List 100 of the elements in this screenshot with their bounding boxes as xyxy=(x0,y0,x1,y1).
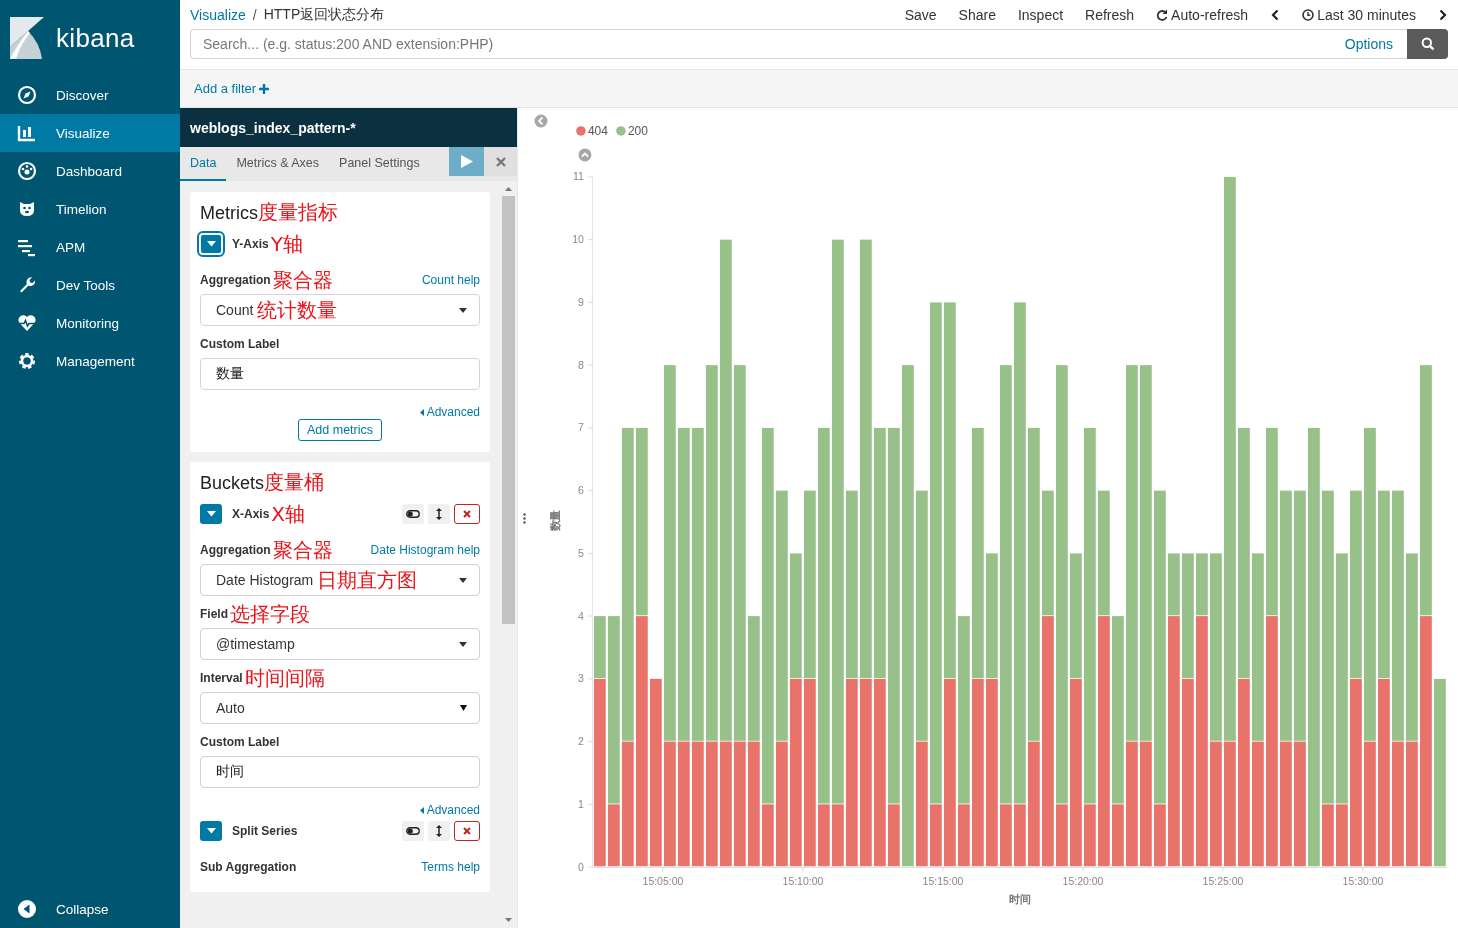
bar[interactable] xyxy=(1406,741,1418,867)
nav-item[interactable]: Dashboard xyxy=(0,152,180,190)
bar[interactable] xyxy=(943,678,956,867)
bar[interactable] xyxy=(845,490,858,679)
bar[interactable] xyxy=(663,741,676,867)
bar[interactable] xyxy=(887,804,900,867)
bar[interactable] xyxy=(1252,741,1264,867)
bar[interactable] xyxy=(1140,741,1152,867)
bar[interactable] xyxy=(1196,616,1208,867)
bar[interactable] xyxy=(649,678,662,867)
bar[interactable] xyxy=(1027,741,1040,867)
toggle-switch-button[interactable] xyxy=(402,504,424,524)
bar[interactable] xyxy=(1154,490,1166,804)
bar[interactable] xyxy=(817,804,830,867)
select-field[interactable]: Auto xyxy=(200,692,480,724)
bar[interactable] xyxy=(1266,616,1278,867)
drag-handle-icon[interactable] xyxy=(523,512,526,524)
bar[interactable] xyxy=(1098,616,1110,867)
toggle-button[interactable] xyxy=(200,821,222,841)
menu-link[interactable]: Refresh xyxy=(1085,6,1135,23)
bar[interactable] xyxy=(677,427,690,741)
bar[interactable] xyxy=(705,741,718,867)
text-field[interactable]: 时间 xyxy=(200,756,480,788)
time-range-button[interactable]: Last 30 minutes xyxy=(1302,6,1416,23)
bar[interactable] xyxy=(845,678,858,867)
auto-refresh-button[interactable]: Auto-refresh xyxy=(1156,6,1249,23)
toggle-switch-button[interactable] xyxy=(402,821,424,841)
chevron-left-icon[interactable] xyxy=(1270,8,1281,21)
bar[interactable] xyxy=(761,427,774,804)
bar[interactable] xyxy=(831,804,844,867)
bar[interactable] xyxy=(1168,553,1180,616)
bar[interactable] xyxy=(1041,490,1054,616)
toggle-button[interactable] xyxy=(200,234,222,254)
bar[interactable] xyxy=(593,678,606,867)
bar[interactable] xyxy=(747,616,760,741)
nav-item[interactable]: Visualize xyxy=(0,114,180,152)
bar[interactable] xyxy=(1238,427,1250,679)
legend-item[interactable]: 404 xyxy=(576,124,608,139)
bar[interactable] xyxy=(1070,678,1082,867)
bar[interactable] xyxy=(1013,804,1026,867)
apply-button[interactable] xyxy=(449,147,484,176)
advanced-link[interactable]: Advanced xyxy=(419,405,480,419)
bar[interactable] xyxy=(705,365,718,741)
bar[interactable] xyxy=(1350,678,1362,867)
bar[interactable] xyxy=(873,427,886,679)
bar[interactable] xyxy=(859,678,872,867)
nav-item[interactable]: Dev Tools xyxy=(0,266,180,304)
bar[interactable] xyxy=(915,741,928,867)
bar[interactable] xyxy=(789,553,802,679)
bar[interactable] xyxy=(1013,302,1026,804)
bar[interactable] xyxy=(1182,553,1194,679)
select-field[interactable]: @timestamp xyxy=(200,628,480,660)
bar[interactable] xyxy=(1308,427,1320,867)
chevron-right-icon[interactable] xyxy=(1438,8,1448,21)
bar[interactable] xyxy=(957,804,970,867)
add-metrics-button[interactable]: Add metrics xyxy=(298,419,382,441)
bar[interactable] xyxy=(1084,427,1096,804)
remove-button[interactable] xyxy=(454,821,480,841)
bar[interactable] xyxy=(873,678,886,867)
bar[interactable] xyxy=(719,239,732,741)
bar[interactable] xyxy=(1210,741,1222,867)
search-button[interactable] xyxy=(1407,29,1448,59)
bar[interactable] xyxy=(789,678,802,867)
bar[interactable] xyxy=(971,678,984,867)
breadcrumb-link[interactable]: Visualize xyxy=(190,6,246,23)
bar[interactable] xyxy=(1098,490,1110,616)
menu-link[interactable]: Share xyxy=(958,6,996,23)
text-field[interactable]: 数量 xyxy=(200,358,480,390)
bar[interactable] xyxy=(901,365,914,867)
bar[interactable] xyxy=(635,427,648,616)
nav-item[interactable]: Discover xyxy=(0,76,180,114)
bar[interactable] xyxy=(915,490,928,741)
bar[interactable] xyxy=(1182,678,1194,867)
nav-item[interactable]: Management xyxy=(0,342,180,380)
move-button[interactable] xyxy=(428,821,450,841)
nav-item[interactable]: Monitoring xyxy=(0,304,180,342)
bar[interactable] xyxy=(943,302,956,679)
bar[interactable] xyxy=(775,490,788,741)
remove-button[interactable] xyxy=(454,504,480,524)
bar[interactable] xyxy=(1322,804,1334,867)
search-field[interactable]: Search... (e.g. status:200 AND extension:PHP) Options xyxy=(190,29,1407,59)
select-field[interactable]: Count 统计数量 xyxy=(200,294,480,326)
bar[interactable] xyxy=(1055,804,1068,867)
toggle-button[interactable] xyxy=(200,504,222,524)
bar[interactable] xyxy=(1364,741,1376,867)
bar[interactable] xyxy=(1055,365,1068,804)
bar[interactable] xyxy=(691,741,704,867)
bar[interactable] xyxy=(1224,176,1236,741)
bar[interactable] xyxy=(1392,741,1404,867)
bar[interactable] xyxy=(719,741,732,867)
bar[interactable] xyxy=(621,741,634,867)
bar[interactable] xyxy=(957,616,970,804)
bar[interactable] xyxy=(1027,427,1040,741)
bar[interactable] xyxy=(859,239,872,679)
bar[interactable] xyxy=(1280,490,1292,741)
bar[interactable] xyxy=(1210,553,1222,741)
bar[interactable] xyxy=(803,678,816,867)
bar[interactable] xyxy=(1224,741,1236,867)
nav-item[interactable]: APM xyxy=(0,228,180,266)
bar[interactable] xyxy=(1154,804,1166,867)
